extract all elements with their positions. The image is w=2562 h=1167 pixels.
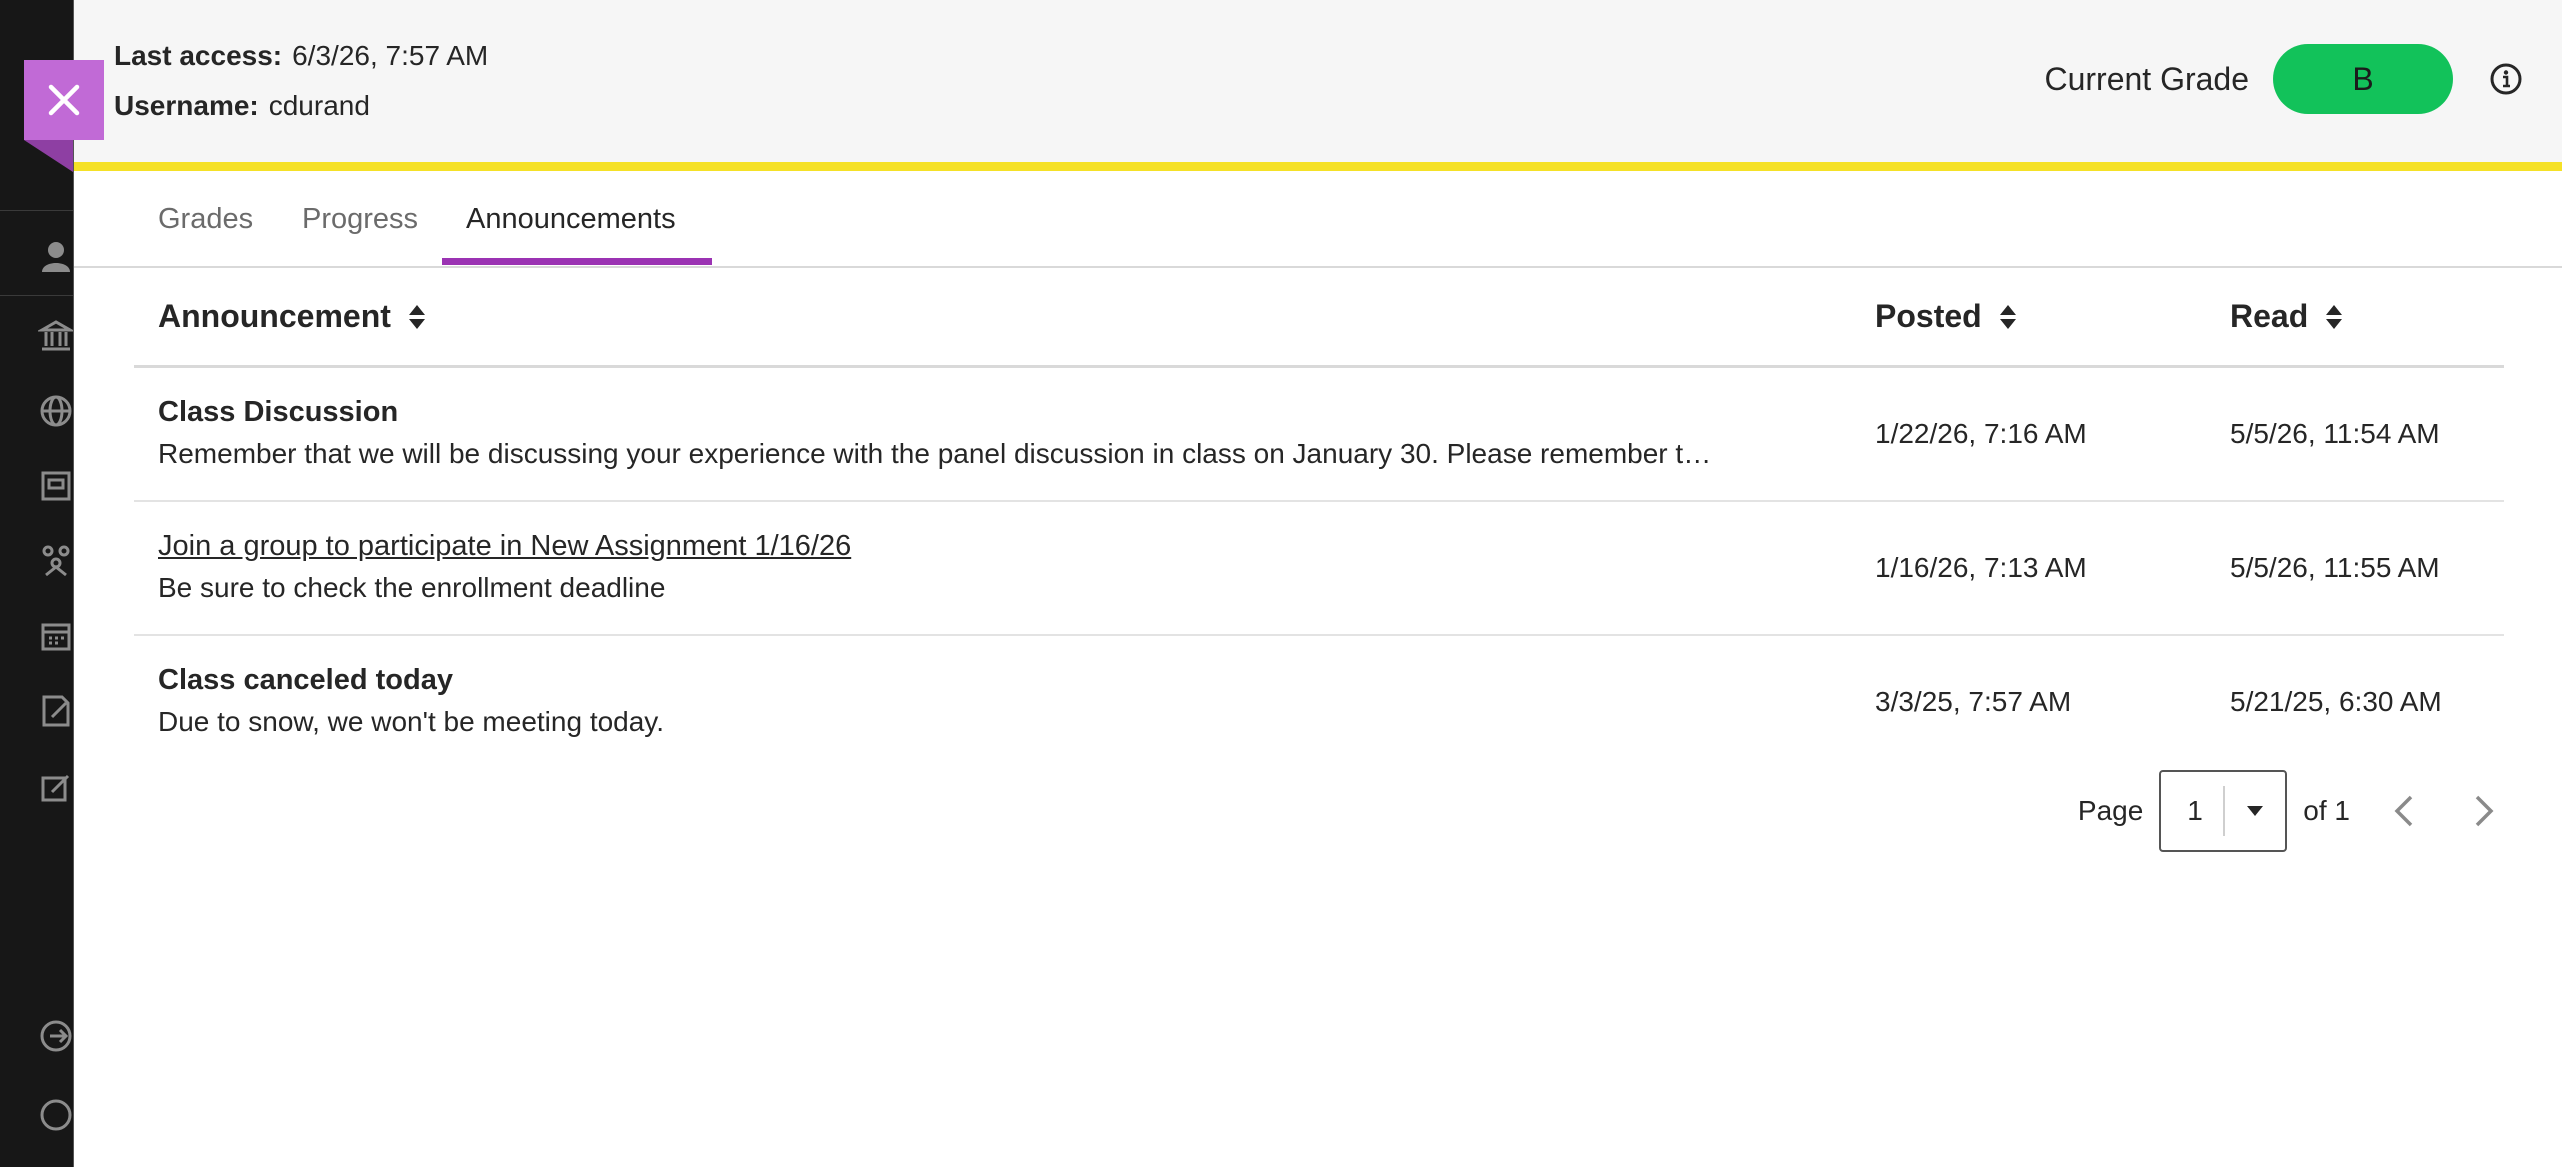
table-row[interactable]: Join a group to participate in New Assig…	[134, 502, 2504, 636]
current-grade: Current Grade B	[2044, 44, 2523, 114]
column-header-announcement[interactable]: Announcement	[158, 298, 427, 335]
grade-status-bar	[74, 162, 2562, 171]
close-icon	[48, 84, 80, 116]
column-header-label: Read	[2230, 298, 2309, 334]
column-header-label: Posted	[1875, 298, 1982, 334]
close-button[interactable]	[24, 60, 104, 140]
tab-announcements[interactable]: Announcements	[442, 171, 700, 268]
sort-icon[interactable]	[2324, 303, 2344, 331]
announcement-body: Be sure to check the enrollment deadline	[158, 572, 666, 603]
column-header-read[interactable]: Read	[2230, 298, 2344, 335]
sort-icon[interactable]	[407, 303, 427, 331]
organizations-icon[interactable]	[38, 543, 74, 579]
column-header-posted[interactable]: Posted	[1875, 298, 2018, 335]
sign-out-icon[interactable]	[38, 1018, 74, 1054]
announcement-title-link[interactable]: Join a group to participate in New Assig…	[158, 530, 851, 563]
messages-icon[interactable]	[38, 693, 74, 729]
last-access-row: Last access: 6/3/26, 7:57 AM	[114, 40, 488, 72]
active-tab-indicator	[442, 258, 712, 265]
chevron-right-icon[interactable]	[2462, 791, 2502, 831]
posted-date: 1/16/26, 7:13 AM	[1875, 552, 2087, 583]
last-access-label: Last access:	[114, 40, 283, 71]
page-select-value: 1	[2187, 795, 2203, 826]
calendar-icon[interactable]	[38, 618, 74, 654]
table-row[interactable]: Class canceled today Due to snow, we won…	[134, 636, 2504, 770]
page-select[interactable]: 1	[2159, 770, 2288, 852]
last-access-value: 6/3/26, 7:57 AM	[292, 40, 489, 71]
grades-icon[interactable]	[38, 770, 74, 806]
tab-progress[interactable]: Progress	[278, 171, 442, 268]
announcement-title: Class canceled today	[158, 664, 453, 696]
read-date: 5/21/25, 6:30 AM	[2230, 686, 2442, 717]
page-count-label: of 1	[2303, 795, 2350, 826]
institution-icon[interactable]	[38, 318, 74, 354]
profile-icon[interactable]	[38, 238, 74, 274]
read-date: 5/5/26, 11:54 AM	[2230, 418, 2440, 449]
grade-pill[interactable]: B	[2273, 44, 2453, 114]
username-value: cdurand	[268, 90, 370, 121]
announcements-table: Announcement Posted Read Class Discussio…	[134, 268, 2504, 770]
rail-divider	[0, 210, 73, 211]
panel-header: Last access: 6/3/26, 7:57 AM Username: cdu…	[74, 0, 2562, 162]
rail-divider	[0, 295, 73, 296]
announcement-title: Class Discussion	[158, 396, 399, 428]
tab-grades[interactable]: Grades	[134, 171, 277, 268]
page-label: Page	[2077, 795, 2144, 826]
posted-date: 1/22/26, 7:16 AM	[1875, 418, 2087, 449]
username-row: Username: cdurand	[114, 90, 370, 122]
announcement-body: Due to snow, we won't be meeting today.	[158, 706, 665, 737]
pagination: Page 1 of 1	[2078, 770, 2502, 852]
tab-bar: Grades Progress Announcements	[74, 171, 2562, 268]
read-date: 5/5/26, 11:55 AM	[2230, 552, 2440, 583]
left-nav-rail	[0, 0, 74, 1167]
help-icon[interactable]	[38, 1097, 74, 1133]
table-row[interactable]: Class Discussion Remember that we will b…	[134, 368, 2504, 502]
caret-down-icon	[2225, 805, 2286, 817]
current-grade-label: Current Grade	[2044, 60, 2249, 97]
globe-icon[interactable]	[38, 393, 74, 429]
table-header: Announcement Posted Read	[134, 268, 2504, 368]
announcement-body: Remember that we will be discussing your…	[158, 438, 1712, 469]
column-header-label: Announcement	[158, 298, 391, 334]
sort-icon[interactable]	[1998, 303, 2018, 331]
info-icon[interactable]	[2489, 62, 2523, 96]
posted-date: 3/3/25, 7:57 AM	[1875, 686, 2072, 717]
student-detail-panel: Last access: 6/3/26, 7:57 AM Username: cdu…	[73, 0, 2562, 1167]
close-button-fold	[24, 140, 73, 172]
username-label: Username:	[114, 90, 259, 121]
chevron-left-icon[interactable]	[2386, 791, 2426, 831]
courses-icon[interactable]	[38, 468, 74, 504]
